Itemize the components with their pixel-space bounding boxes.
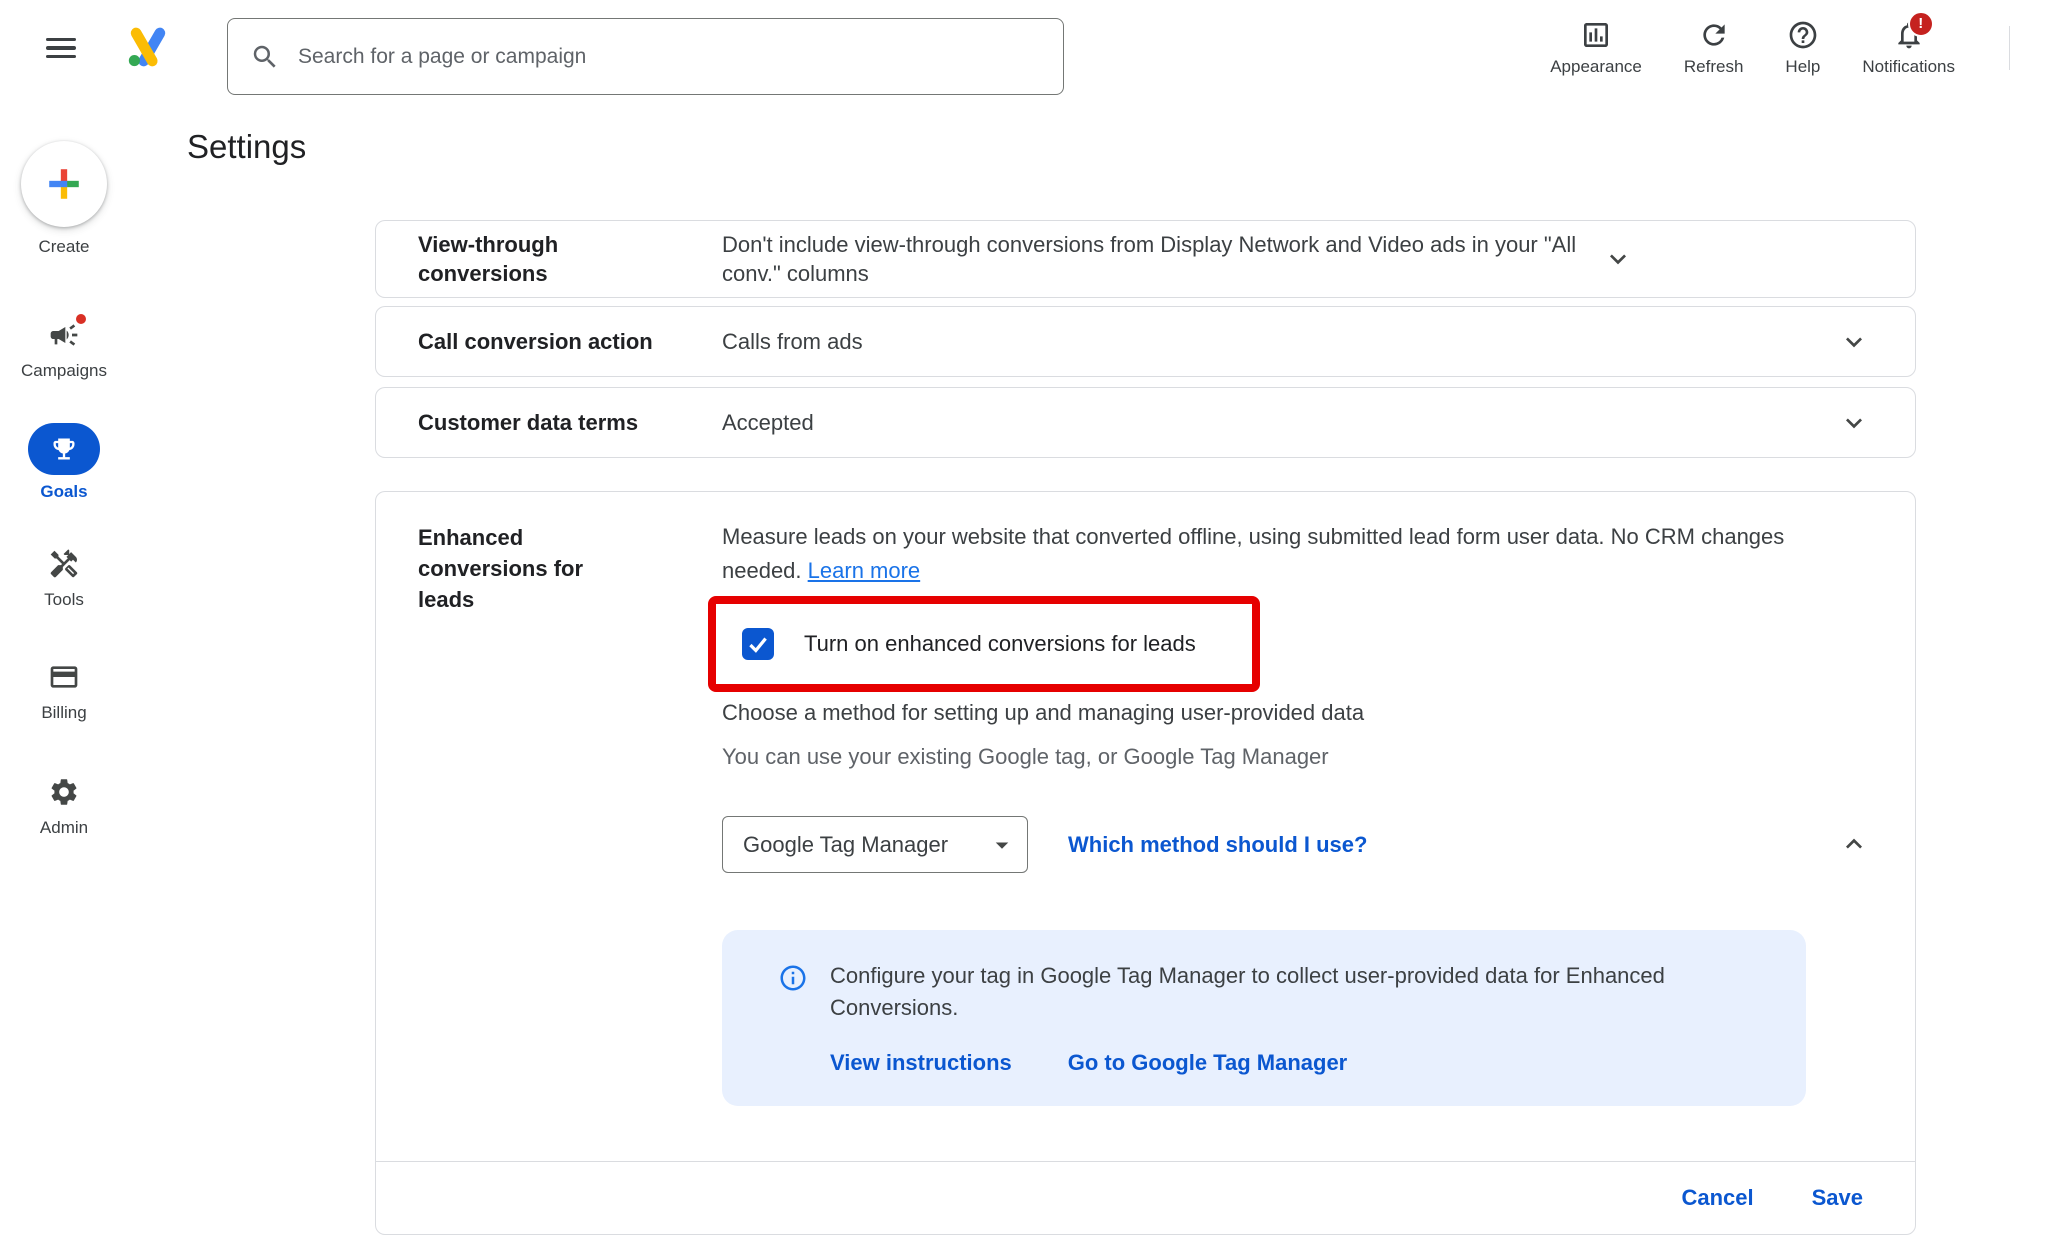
topbar-divider	[2009, 26, 2011, 70]
search-input[interactable]	[296, 44, 1043, 70]
notifications-button[interactable]: ! Notifications	[1841, 19, 1976, 77]
panel-footer: Cancel Save	[376, 1161, 1915, 1234]
notifications-badge: !	[1908, 11, 1934, 37]
row-value: Don't include view-through conversions f…	[722, 230, 1602, 288]
menu-bar	[46, 38, 76, 42]
view-instructions-link[interactable]: View instructions	[830, 1050, 1012, 1076]
chevron-down-icon[interactable]	[1838, 326, 1870, 358]
row-label: View-through conversions	[418, 230, 722, 288]
info-text: Configure your tag in Google Tag Manager…	[830, 960, 1745, 1024]
sidebar-billing-label: Billing	[41, 703, 86, 723]
method-select-dropdown[interactable]: Google Tag Manager	[722, 816, 1028, 873]
refresh-button[interactable]: Refresh	[1663, 19, 1765, 77]
checkbox-label: Turn on enhanced conversions for leads	[804, 631, 1196, 657]
info-banner: Configure your tag in Google Tag Manager…	[722, 930, 1806, 1106]
go-to-gtm-link[interactable]: Go to Google Tag Manager	[1068, 1050, 1348, 1076]
method-subtext: You can use your existing Google tag, or…	[722, 742, 1838, 772]
goals-trophy-icon	[50, 435, 78, 463]
dropdown-arrow-icon	[987, 830, 1017, 860]
setting-row-view-through-conversions[interactable]: View-through conversions Don't include v…	[375, 220, 1916, 298]
method-select-value: Google Tag Manager	[743, 832, 948, 858]
sidebar-item-create[interactable]: Create	[0, 141, 128, 257]
sidebar-item-tools[interactable]: Tools	[0, 548, 128, 610]
row-value: Calls from ads	[722, 327, 1838, 356]
help-icon	[1787, 19, 1819, 51]
page-title: Settings	[187, 128, 306, 166]
billing-card-icon	[48, 661, 80, 693]
setting-row-call-conversion-action[interactable]: Call conversion action Calls from ads	[375, 306, 1916, 377]
campaigns-megaphone-icon	[48, 319, 80, 351]
sidebar: Create Campaigns Goals Tools Bi	[0, 95, 128, 1213]
sidebar-create-label: Create	[38, 237, 89, 257]
sidebar-item-campaigns[interactable]: Campaigns	[0, 319, 128, 381]
menu-bar	[46, 46, 76, 50]
which-method-link[interactable]: Which method should I use?	[1068, 832, 1367, 858]
row-label: Customer data terms	[418, 408, 722, 437]
row-label: Call conversion action	[418, 327, 722, 356]
notifications-bell-icon: !	[1893, 19, 1925, 51]
help-button[interactable]: Help	[1764, 19, 1841, 77]
info-content: Configure your tag in Google Tag Manager…	[830, 960, 1745, 1076]
search-box[interactable]	[227, 18, 1064, 95]
appearance-button[interactable]: Appearance	[1529, 19, 1663, 77]
panel-body: Enhanced conversions for leads Measure l…	[376, 492, 1915, 1161]
panel-description: Measure leads on your website that conve…	[722, 520, 1807, 588]
learn-more-link[interactable]: Learn more	[808, 558, 921, 583]
info-icon	[778, 963, 808, 993]
annotation-highlight-box: Turn on enhanced conversions for leads	[708, 596, 1260, 692]
save-button[interactable]: Save	[1790, 1185, 1885, 1211]
checkmark-icon	[745, 631, 771, 657]
setting-row-customer-data-terms[interactable]: Customer data terms Accepted	[375, 387, 1916, 458]
panel-content: Measure leads on your website that conve…	[722, 520, 1838, 1106]
sidebar-item-billing[interactable]: Billing	[0, 661, 128, 723]
refresh-icon	[1698, 19, 1730, 51]
method-select-row: Google Tag Manager Which method should I…	[722, 816, 1838, 873]
tools-icon	[48, 548, 80, 580]
google-ads-settings-page: Appearance Refresh Help ! Notificatio	[0, 0, 2048, 1213]
search-icon	[250, 42, 280, 72]
sidebar-admin-label: Admin	[40, 818, 88, 838]
topbar-actions: Appearance Refresh Help ! Notificatio	[1529, 0, 1976, 95]
campaigns-alert-dot	[74, 312, 88, 326]
settings-list: View-through conversions Don't include v…	[375, 220, 1916, 1235]
topbar: Appearance Refresh Help ! Notificatio	[0, 0, 2048, 95]
appearance-icon	[1580, 19, 1612, 51]
panel-label: Enhanced conversions for leads	[418, 520, 722, 615]
chevron-up-icon[interactable]	[1838, 828, 1870, 860]
main-menu-icon[interactable]	[40, 28, 84, 68]
help-label: Help	[1785, 57, 1820, 77]
row-value: Accepted	[722, 408, 1838, 437]
method-heading: Choose a method for setting up and manag…	[722, 696, 1838, 730]
sidebar-item-admin[interactable]: Admin	[0, 776, 128, 838]
google-ads-logo-icon	[124, 24, 172, 70]
sidebar-goals-label: Goals	[40, 482, 87, 502]
chevron-down-icon[interactable]	[1838, 407, 1870, 439]
chevron-down-icon[interactable]	[1602, 243, 1634, 275]
sidebar-campaigns-label: Campaigns	[21, 361, 107, 381]
create-plus-icon	[21, 141, 107, 227]
info-links: View instructions Go to Google Tag Manag…	[830, 1050, 1745, 1076]
admin-gear-icon	[48, 776, 80, 808]
sidebar-item-goals[interactable]: Goals	[0, 423, 128, 502]
goals-selected-pill	[28, 423, 100, 475]
refresh-label: Refresh	[1684, 57, 1744, 77]
enhanced-conversions-checkbox[interactable]	[742, 628, 774, 660]
menu-bar	[46, 55, 76, 59]
google-ads-logo[interactable]	[124, 24, 172, 70]
cancel-button[interactable]: Cancel	[1659, 1185, 1775, 1211]
appearance-label: Appearance	[1550, 57, 1642, 77]
sidebar-tools-label: Tools	[44, 590, 84, 610]
notifications-label: Notifications	[1862, 57, 1955, 77]
setting-panel-enhanced-conversions-for-leads: Enhanced conversions for leads Measure l…	[375, 491, 1916, 1235]
